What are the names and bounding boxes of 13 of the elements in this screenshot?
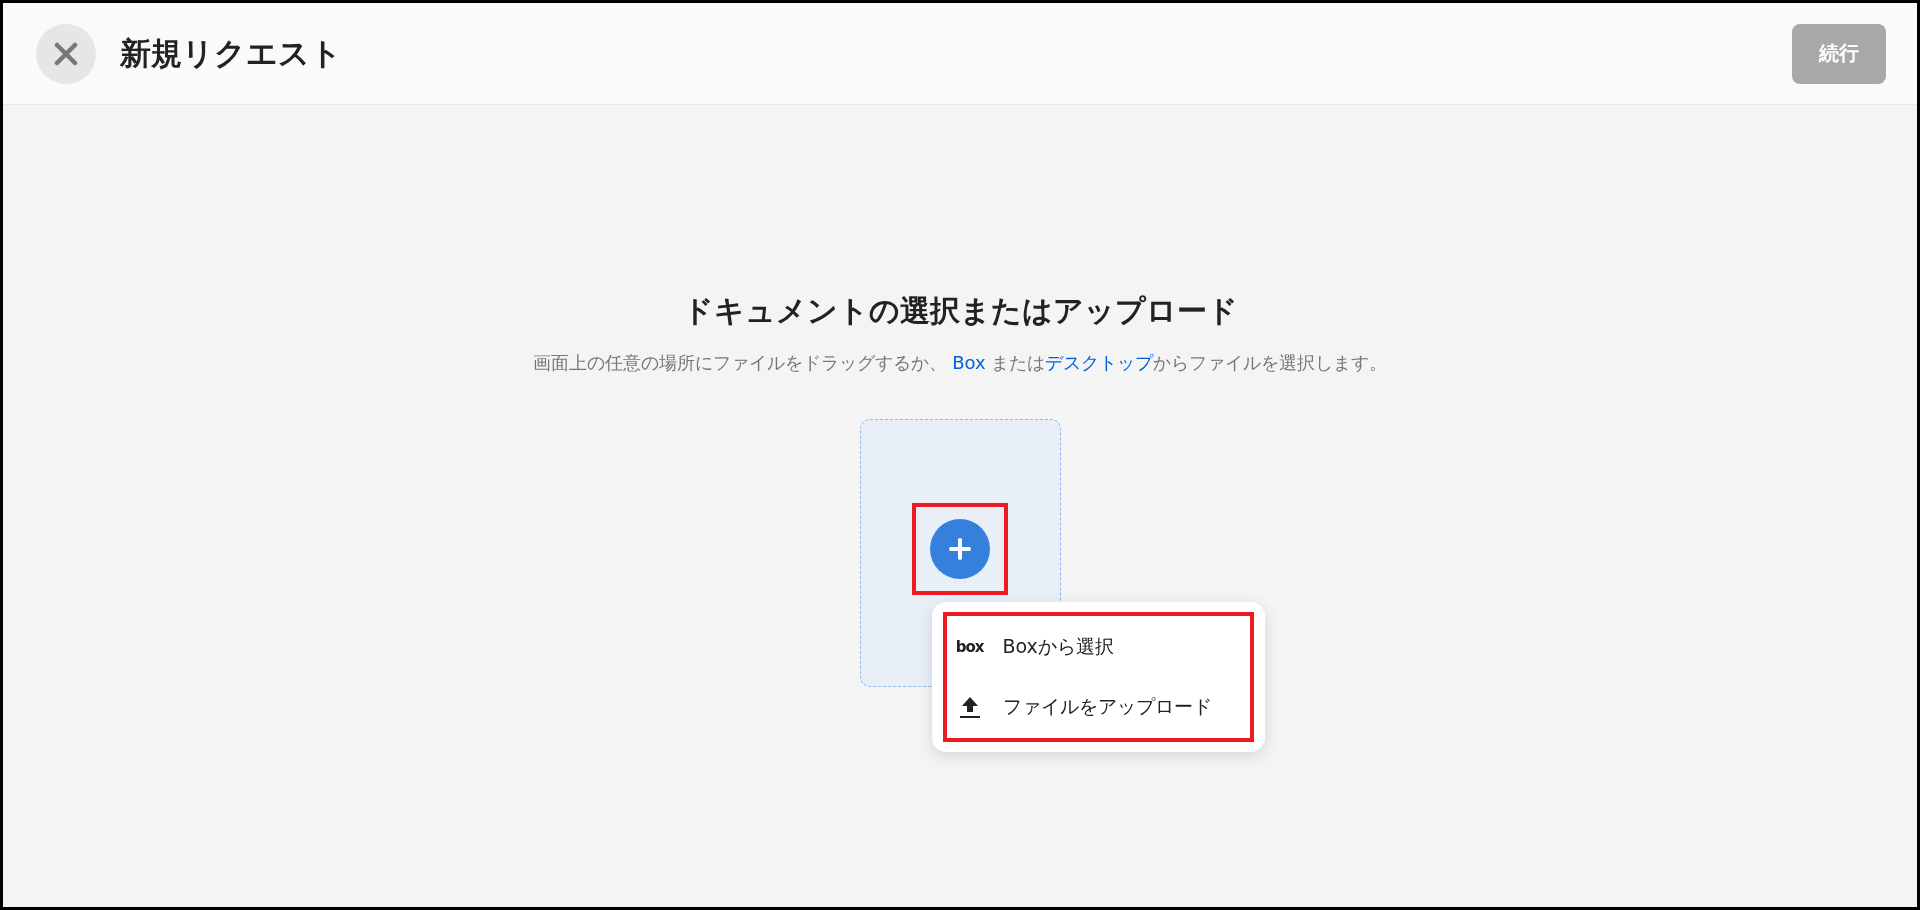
add-button[interactable] [930, 519, 990, 579]
instruction-text: 画面上の任意の場所にファイルをドラッグするか、 Box またはデスクトップからファイルを選択します。 [531, 351, 1389, 375]
menu-item-label: ファイルをアップロード [1002, 694, 1212, 719]
page-title: 新規リクエスト [120, 33, 343, 73]
text-link[interactable]: Box [952, 352, 986, 373]
menu-item[interactable]: box Boxから選択 [954, 621, 1242, 673]
section-heading: ドキュメントの選択またはアップロード [682, 292, 1238, 330]
box-logo: box [954, 638, 985, 656]
text-link[interactable]: デスクトップ [1045, 352, 1154, 373]
close-icon [54, 41, 78, 66]
plus-icon [948, 537, 972, 561]
menu-item[interactable]: ファイルをアップロード [954, 681, 1242, 733]
menu-item-label: Boxから選択 [1002, 634, 1114, 659]
